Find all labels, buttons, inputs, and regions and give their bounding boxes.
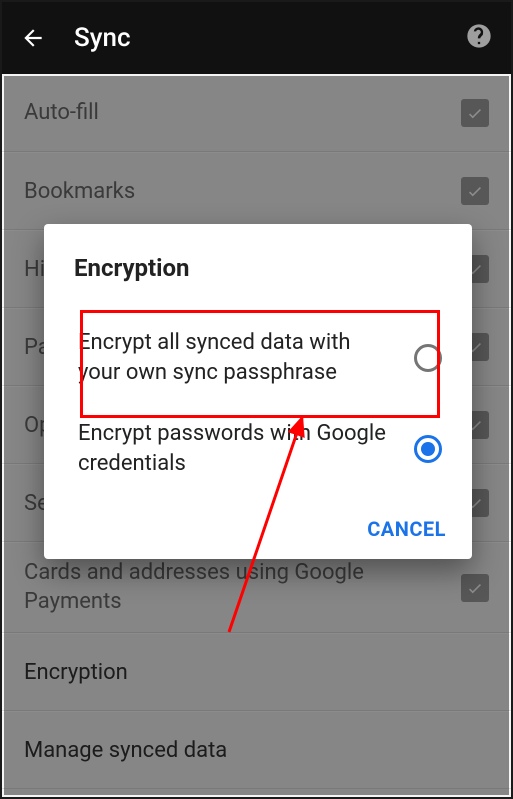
- help-icon[interactable]: [465, 22, 493, 54]
- back-arrow-icon[interactable]: [20, 25, 46, 51]
- option-encrypt-passphrase[interactable]: Encrypt all synced data with your own sy…: [44, 312, 472, 403]
- app-frame: Sync Auto-fill Bookmarks History Passwor…: [0, 0, 513, 799]
- cancel-button[interactable]: CANCEL: [367, 517, 446, 541]
- option-encrypt-google[interactable]: Encrypt passwords with Google credential…: [44, 403, 472, 494]
- radio-selected-icon[interactable]: [414, 435, 442, 463]
- option-label: Encrypt all synced data with your own sy…: [78, 328, 414, 387]
- encryption-dialog: Encryption Encrypt all synced data with …: [44, 224, 472, 559]
- radio-unselected-icon[interactable]: [414, 344, 442, 372]
- dialog-actions: CANCEL: [44, 495, 472, 541]
- option-label: Encrypt passwords with Google credential…: [78, 419, 414, 478]
- app-header: Sync: [2, 2, 511, 74]
- dialog-title: Encryption: [44, 224, 472, 312]
- page-title: Sync: [74, 23, 465, 53]
